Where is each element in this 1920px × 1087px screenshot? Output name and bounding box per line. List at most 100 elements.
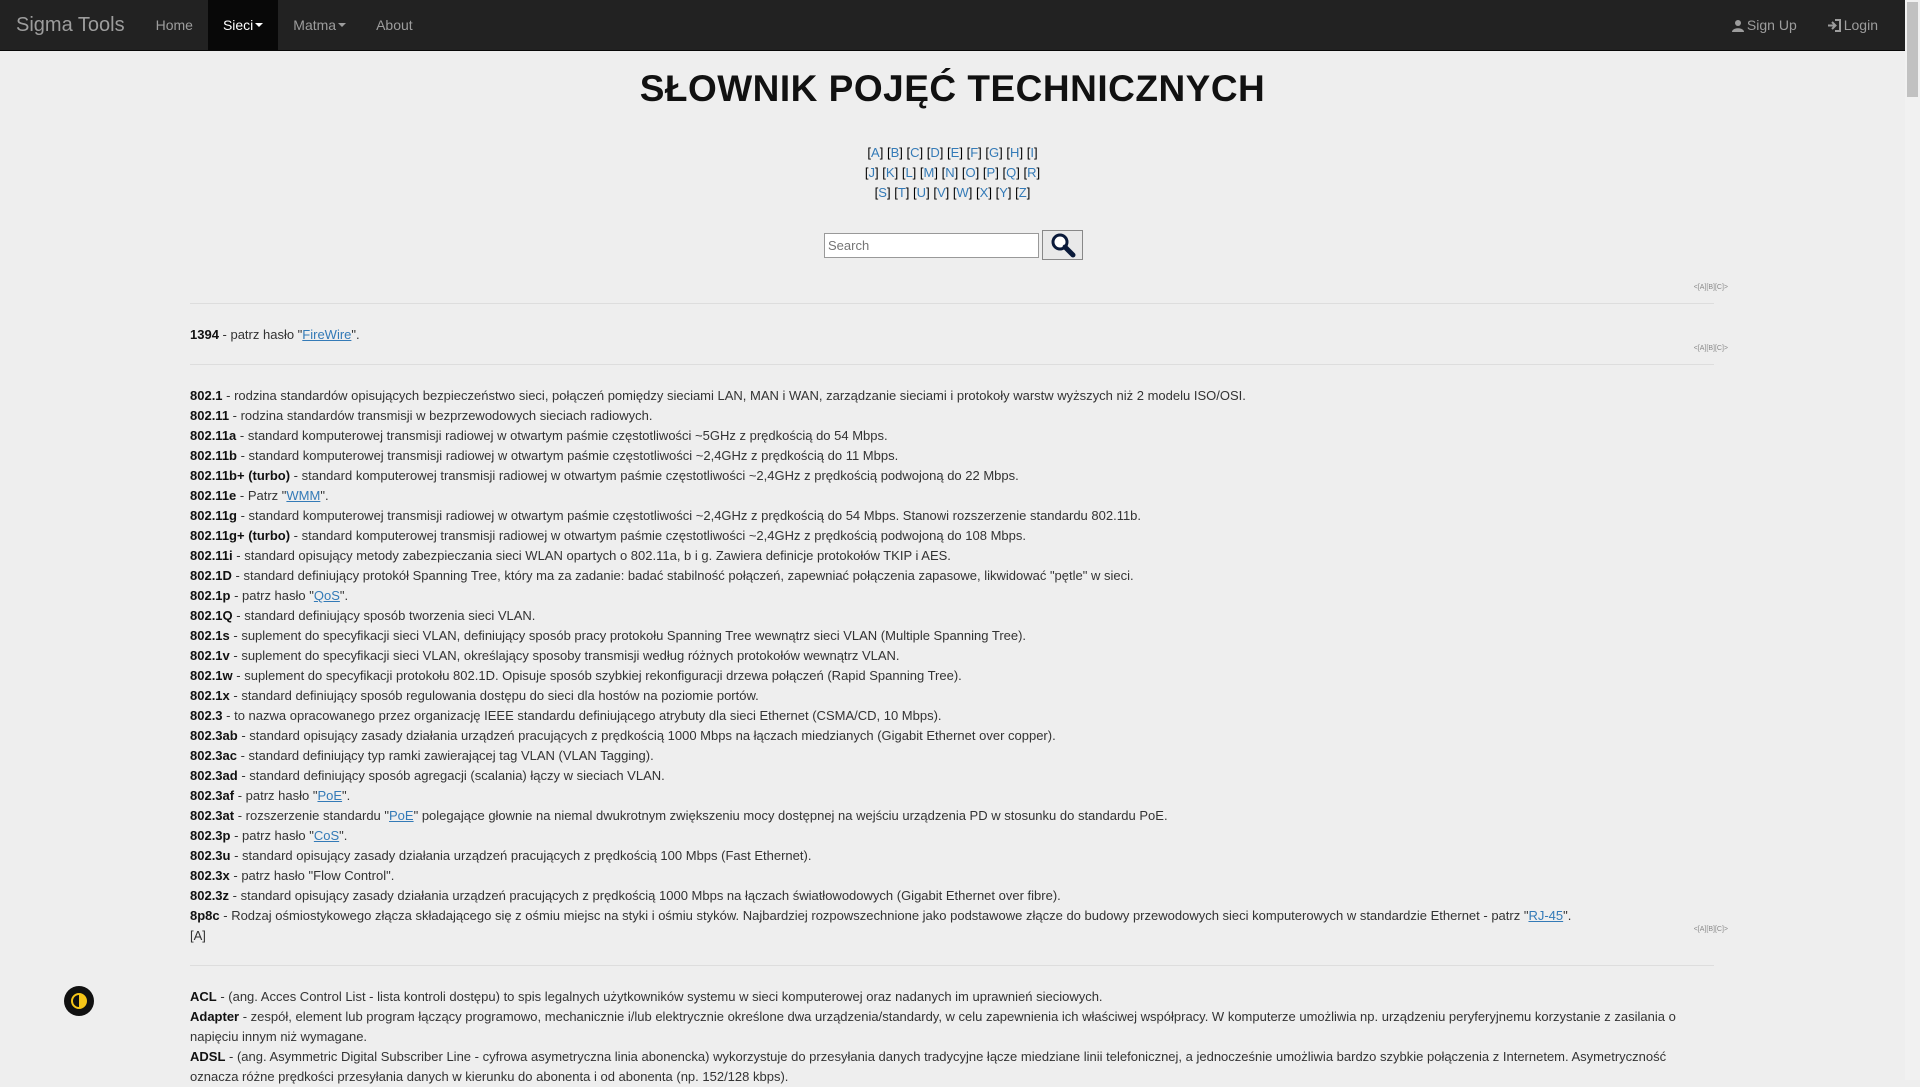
divider	[190, 364, 1714, 365]
term: 802.1x	[190, 688, 230, 703]
term: 802.3p	[190, 828, 231, 843]
definition-end: ".	[351, 327, 360, 342]
list-item: 802.1p - patrz hasło "QoS".	[190, 586, 1714, 606]
letter-link-h[interactable]: [H]	[1006, 145, 1023, 160]
list-item: 802.3x - patrz hasło "Flow Control".	[190, 866, 1714, 886]
letter-link-b[interactable]: [B]	[887, 145, 903, 160]
page-scrollbar[interactable]	[1905, 0, 1920, 1080]
letter-link-c[interactable]: [C]	[907, 145, 924, 160]
term-link[interactable]: FireWire	[302, 327, 351, 342]
list-item: 802.11e - Patrz "WMM".	[190, 486, 1714, 506]
signup-link[interactable]: Sign Up	[1717, 0, 1812, 50]
list-item: 802.3at - rozszerzenie standardu "PoE" p…	[190, 806, 1714, 826]
nav-about[interactable]: About	[361, 0, 428, 50]
letter-link-a[interactable]: [A]	[867, 145, 883, 160]
term-link[interactable]: PoE	[389, 808, 414, 823]
page-title: SŁOWNIK POJĘĆ TECHNICZNYCH	[639, 68, 1266, 109]
letter-link-g[interactable]: [G]	[985, 145, 1002, 160]
section-1394: 1394 - patrz hasło "FireWire".	[190, 325, 1714, 345]
mini-nav[interactable]: <[A][B][C]>	[1694, 284, 1728, 291]
letter-link-y[interactable]: [Y]	[996, 185, 1012, 200]
definition-end: ".	[339, 588, 349, 603]
letter-link-l[interactable]: [L]	[902, 165, 916, 180]
term: 802.11g+ (turbo)	[190, 528, 291, 543]
half-moon-icon	[71, 993, 87, 1009]
term: 802.11b+ (turbo)	[190, 468, 291, 483]
login-label: Login	[1843, 17, 1878, 33]
signup-label: Sign Up	[1746, 17, 1797, 33]
brand-logo[interactable]: Sigma Tools	[0, 0, 141, 50]
letter-link-j[interactable]: [J]	[865, 165, 879, 180]
term: 802.1s	[190, 628, 230, 643]
term: 802.3	[190, 708, 223, 723]
list-item: 8p8c - Rodzaj ośmiostykowego złącza skła…	[190, 906, 1714, 926]
letter-link-d[interactable]: [D]	[927, 145, 944, 160]
term-link[interactable]: QoS	[314, 588, 340, 603]
definition: - standard komputerowej transmisji radio…	[236, 428, 888, 443]
nav-home[interactable]: Home	[141, 0, 208, 50]
term-link[interactable]: RJ-45	[1528, 908, 1563, 923]
list-item: 802.3p - patrz hasło "CoS".	[190, 826, 1714, 846]
nav-matma[interactable]: Matma	[278, 0, 361, 50]
letter-link-s[interactable]: [S]	[875, 185, 891, 200]
search-button[interactable]	[1042, 230, 1083, 260]
list-item: 802.1x - standard definiujący sposób reg…	[190, 686, 1714, 706]
letter-link-x[interactable]: [X]	[976, 185, 992, 200]
nav-sieci[interactable]: Sieci	[207, 0, 279, 50]
letter-link-i[interactable]: [I]	[1027, 145, 1038, 160]
definition: - patrz hasło "Flow Control".	[229, 868, 395, 883]
term: 802.3z	[190, 888, 230, 903]
letter-row-3: [S] [T] [U] [V] [W] [X] [Y] [Z]	[0, 183, 1905, 203]
letter-link-q[interactable]: [Q]	[1002, 165, 1019, 180]
list-item: 802.1s - suplement do specyfikacji sieci…	[190, 626, 1714, 646]
letter-link-p[interactable]: [P]	[983, 165, 999, 180]
letter-link-n[interactable]: [N]	[942, 165, 959, 180]
definition: - zespół, element lub program łączący pr…	[190, 1009, 1676, 1044]
list-item: 802.3z - standard opisujący zasady dział…	[190, 886, 1714, 906]
letter-link-v[interactable]: [V]	[933, 185, 949, 200]
dark-mode-toggle[interactable]	[64, 986, 94, 1016]
term: 802.1	[190, 388, 223, 403]
list-item: Adapter - zespół, element lub program łą…	[190, 1007, 1714, 1047]
list-item: 802.1v - suplement do specyfikacji sieci…	[190, 646, 1714, 666]
list-item: 802.1Q - standard definiujący sposób two…	[190, 606, 1714, 626]
term-link[interactable]: WMM	[286, 488, 320, 503]
letter-link-o[interactable]: [O]	[962, 165, 979, 180]
section-802: 802.1 - rodzina standardów opisujących b…	[190, 386, 1714, 926]
definition-end: " polegające głownie na niemal dwukrotny…	[413, 808, 1168, 823]
definition: - patrz hasło "	[230, 828, 314, 843]
letter-link-u[interactable]: [U]	[913, 185, 930, 200]
list-item: 802.3ac - standard definiujący typ ramki…	[190, 746, 1714, 766]
term-link[interactable]: CoS	[314, 828, 339, 843]
term: 802.1v	[190, 648, 230, 663]
letter-link-e[interactable]: [E]	[947, 145, 963, 160]
definition: - standard opisujący zasady działania ur…	[230, 848, 812, 863]
list-item: 802.3ab - standard opisujący zasady dzia…	[190, 726, 1714, 746]
login-link[interactable]: Login	[1812, 0, 1893, 50]
definition-end: ".	[320, 488, 329, 503]
term: 8p8c	[190, 908, 220, 923]
list-item: 802.3af - patrz hasło "PoE".	[190, 786, 1714, 806]
caret-down-icon	[338, 23, 347, 27]
definition: - rodzina standardów opisujących bezpiec…	[222, 388, 1246, 403]
definition: - standard definiujący sposób agregacji …	[237, 768, 665, 783]
letter-link-m[interactable]: [M]	[920, 165, 938, 180]
list-item: 802.11g - standard komputerowej transmis…	[190, 506, 1714, 526]
nav-right: Sign Up Login	[1717, 0, 1893, 50]
letter-link-w[interactable]: [W]	[953, 185, 973, 200]
term: ADSL	[190, 1049, 226, 1064]
letter-link-z[interactable]: [Z]	[1015, 185, 1030, 200]
mini-nav[interactable]: <[A][B][C]>	[1694, 345, 1728, 352]
search-input[interactable]	[824, 233, 1039, 258]
letter-link-r[interactable]: [R]	[1023, 165, 1040, 180]
term-link[interactable]: PoE	[317, 788, 342, 803]
nav-matma-label: Matma	[293, 17, 337, 33]
letter-link-t[interactable]: [T]	[894, 185, 909, 200]
scrollbar-thumb[interactable]	[1907, 2, 1918, 97]
letter-link-k[interactable]: [K]	[882, 165, 898, 180]
search-icon	[1051, 233, 1075, 258]
term: 802.11g	[190, 508, 237, 523]
letter-link-f[interactable]: [F]	[967, 145, 982, 160]
definition: - standard definiujący typ ramki zawiera…	[237, 748, 654, 763]
term: 1394	[190, 327, 219, 342]
